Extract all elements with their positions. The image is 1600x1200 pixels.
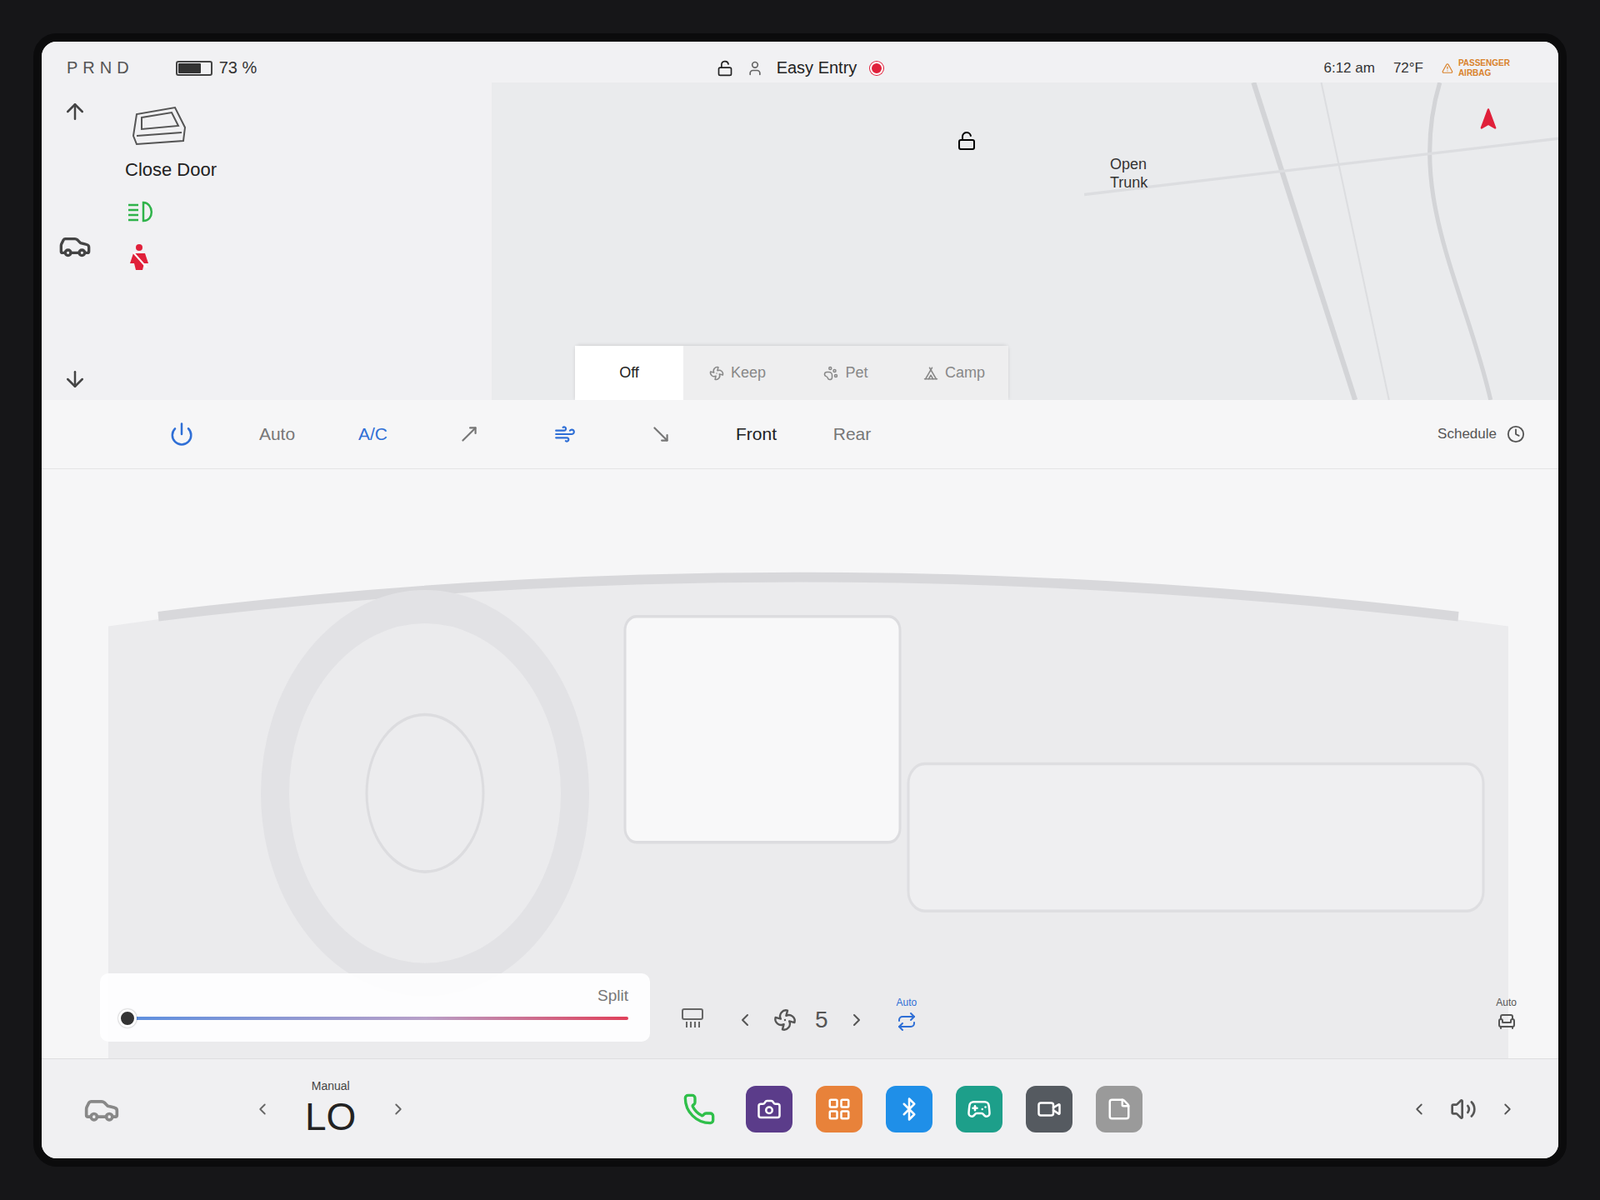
map[interactable]: Open Trunk OffKeepPetCamp — [491, 82, 1559, 400]
camera-app[interactable] — [745, 1085, 793, 1133]
volume-control — [1410, 1095, 1517, 1123]
arrow-down-icon[interactable] — [62, 366, 88, 392]
touchscreen: PRND 73 % Easy Entry 6:12 am 72°F PASSENGER A… — [33, 33, 1567, 1167]
car-top-icon — [58, 229, 92, 263]
battery-icon — [175, 60, 213, 76]
keeper-option[interactable]: Off — [575, 345, 684, 400]
climate-mode[interactable]: A/C — [325, 415, 421, 453]
record-dot[interactable] — [870, 61, 884, 75]
cabin-view: Split 5 Auto Auto — [41, 469, 1559, 1059]
navigation-arrow-icon — [1476, 107, 1500, 131]
keeper-option[interactable]: Keep — [683, 345, 792, 400]
bluetooth-app[interactable] — [885, 1085, 933, 1133]
seat-heater-icon — [1496, 1011, 1517, 1032]
rear-defrost-button[interactable] — [680, 1006, 705, 1042]
split-button[interactable]: Split — [597, 986, 629, 1005]
unlock-icon[interactable] — [716, 60, 734, 77]
battery-reading: 73 % — [219, 58, 258, 78]
power-icon — [169, 421, 195, 447]
airbag-icon — [1441, 61, 1454, 75]
keeper-option[interactable]: Camp — [900, 345, 1009, 400]
rear-defrost-icon[interactable] — [680, 1006, 705, 1030]
notes-app[interactable] — [1095, 1085, 1143, 1133]
schedule-button[interactable]: Schedule — [1437, 425, 1525, 444]
profile-icon[interactable] — [746, 60, 764, 77]
vehicle-status: Close Door — [108, 82, 492, 400]
seat-rail — [41, 82, 109, 400]
climate-power[interactable] — [133, 413, 230, 455]
open-trunk-button[interactable]: Open Trunk — [1110, 155, 1169, 192]
camera-icon — [756, 1096, 782, 1122]
keeper-option[interactable]: Pet — [791, 345, 900, 400]
phone-app[interactable] — [675, 1085, 723, 1133]
toybox-icon — [966, 1096, 992, 1122]
recirculation-button[interactable]: Auto — [896, 996, 918, 1042]
airflow-button[interactable] — [516, 415, 613, 454]
climate-zone-tab[interactable]: Front — [708, 415, 805, 453]
car-door-icon — [125, 102, 192, 150]
apps-app[interactable] — [815, 1085, 863, 1133]
app-launcher — [407, 1085, 1410, 1133]
airflow-face-icon — [458, 423, 480, 445]
keep-icon — [709, 365, 725, 381]
seat-heater-button[interactable]: Auto — [1495, 996, 1517, 1042]
fan-decrease-icon[interactable] — [735, 1010, 755, 1030]
driver-temperature: ManualLO — [253, 1079, 408, 1140]
car-menu-icon[interactable] — [83, 1090, 120, 1128]
arrow-up-icon[interactable] — [62, 99, 88, 125]
climate-mode[interactable]: Auto — [229, 415, 325, 453]
climate-mode-label: Manual — [311, 1079, 350, 1093]
gear-selector[interactable]: PRND — [66, 58, 135, 78]
volume-icon[interactable] — [1450, 1095, 1477, 1123]
apps-icon — [826, 1096, 852, 1122]
vehicle-panel: PRND 73 % Easy Entry 6:12 am 72°F PASSENGER A… — [41, 41, 1559, 400]
temperature-value[interactable]: LO — [305, 1094, 356, 1140]
temperature-up-icon[interactable] — [389, 1100, 408, 1119]
recirculation-icon — [896, 1011, 917, 1032]
climate-keeper-selector: OffKeepPetCamp — [575, 345, 1009, 400]
bluetooth-icon — [896, 1096, 922, 1122]
clock: 6:12 am — [1323, 60, 1375, 77]
status-bar: PRND 73 % Easy Entry 6:12 am 72°F PASSENGER A… — [41, 41, 1559, 83]
notes-icon — [1106, 1096, 1132, 1122]
fan-speed: 5 — [735, 1006, 867, 1042]
fan-icon — [773, 1008, 797, 1032]
temperature-knob[interactable] — [118, 1009, 137, 1028]
airflow-button[interactable] — [612, 415, 709, 454]
trunk-unlock-icon[interactable] — [956, 130, 977, 151]
profile-name[interactable]: Easy Entry — [776, 58, 858, 78]
temperature-down-icon[interactable] — [253, 1100, 272, 1119]
airflow-both-icon — [554, 423, 576, 445]
dashcam-icon — [1036, 1096, 1062, 1122]
seatbelt-warning-icon — [125, 242, 154, 271]
volume-down-icon[interactable] — [1410, 1100, 1429, 1119]
headlight-icon — [125, 199, 159, 225]
cabin-illustration — [41, 469, 1559, 1059]
clock-icon — [1506, 425, 1525, 444]
battery: 73 % — [175, 58, 258, 78]
camp-icon — [923, 365, 939, 381]
close-door-button[interactable]: Close Door — [125, 102, 475, 181]
airflow-feet-icon — [650, 423, 672, 445]
fan-speed-value: 5 — [815, 1006, 829, 1034]
taskbar: ManualLO — [41, 1058, 1559, 1159]
climate-zone-tab[interactable]: Rear — [804, 415, 900, 453]
temperature-slider[interactable]: Split — [100, 973, 650, 1042]
toybox-app[interactable] — [955, 1085, 1003, 1133]
pet-icon — [823, 365, 839, 381]
volume-up-icon[interactable] — [1498, 1100, 1517, 1119]
temperature-track[interactable] — [121, 1016, 629, 1020]
climate-toolbar: AutoA/C FrontRear Schedule — [41, 400, 1559, 470]
passenger-airbag-badge: PASSENGER AIRBAG — [1441, 58, 1534, 78]
climate-panel: AutoA/CFrontRearScheduleSplit5AutoAuto — [41, 400, 1559, 1059]
phone-icon — [682, 1092, 716, 1126]
outside-temperature: 72°F — [1393, 60, 1424, 77]
fan-increase-icon[interactable] — [846, 1010, 867, 1030]
dashcam-app[interactable] — [1025, 1085, 1073, 1133]
airflow-button[interactable] — [420, 415, 517, 454]
